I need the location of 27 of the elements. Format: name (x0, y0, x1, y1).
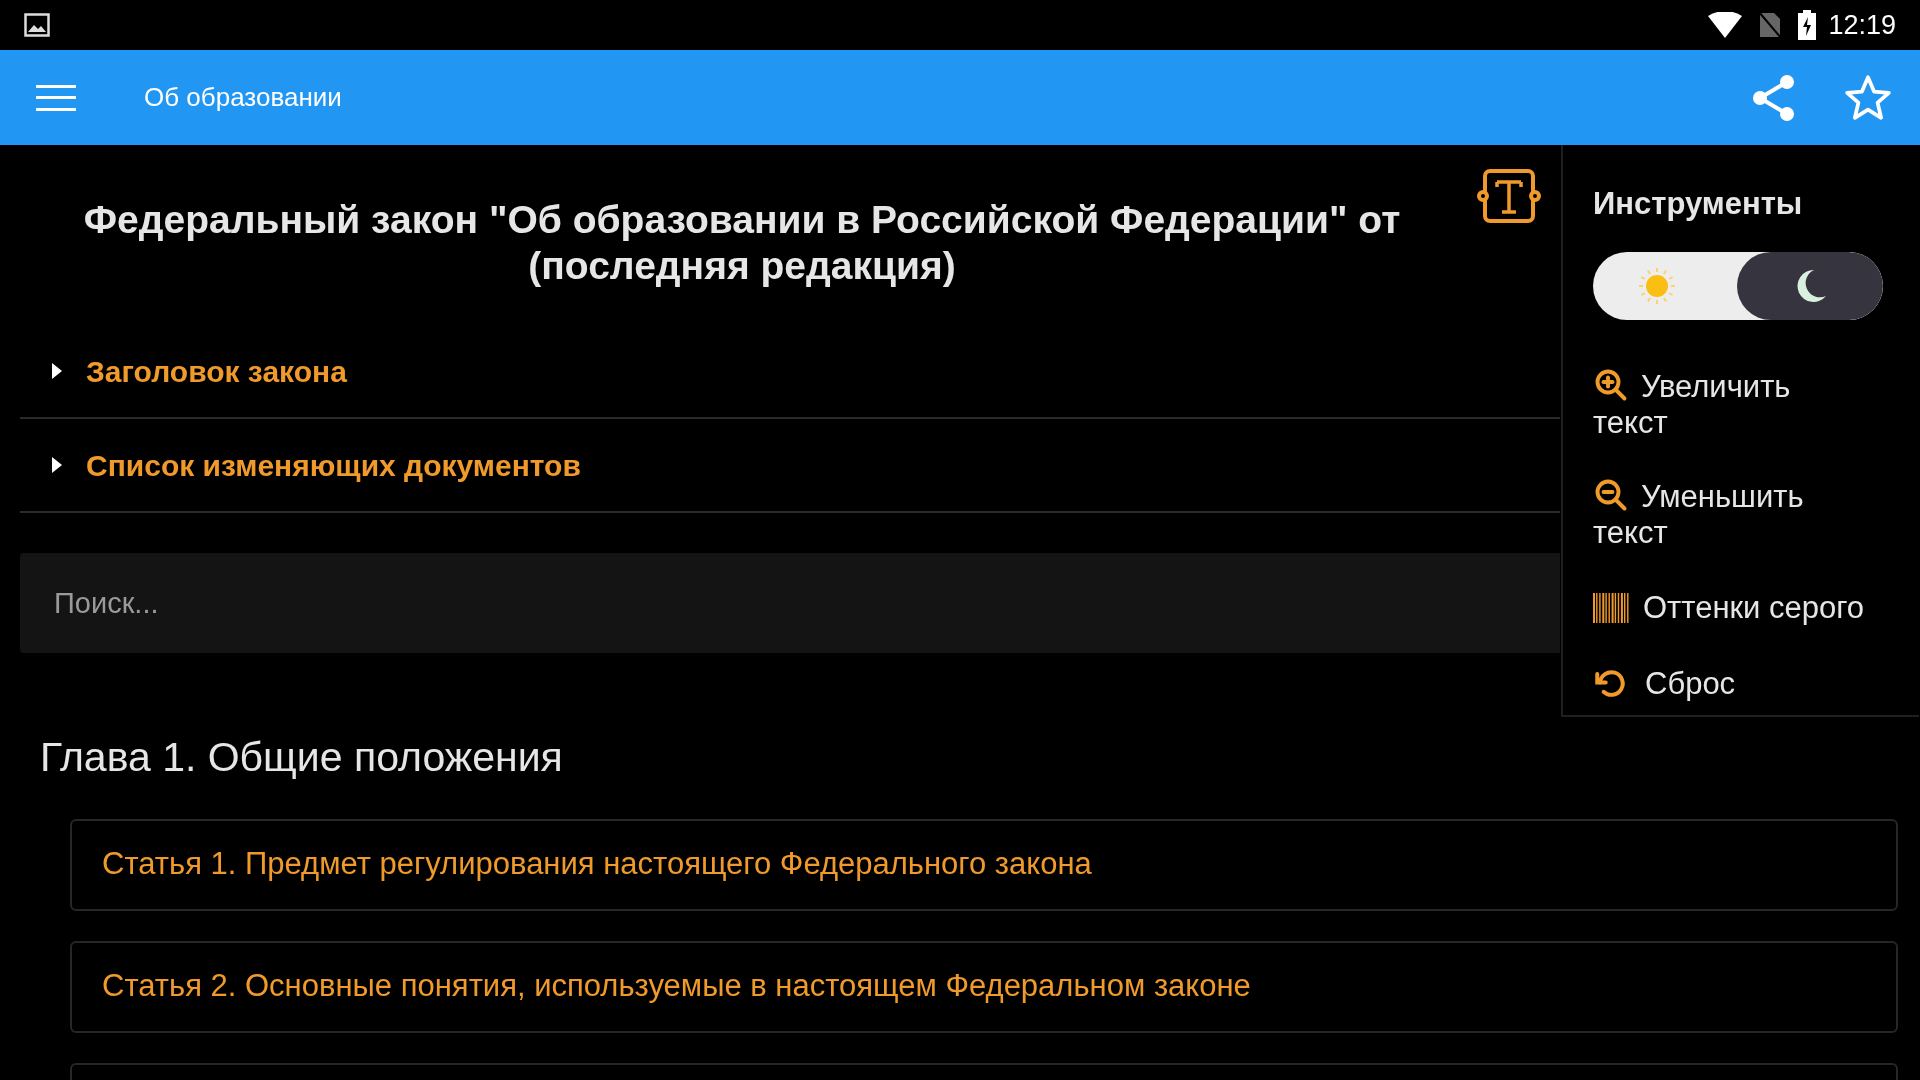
tools-title: Инструменты (1593, 185, 1804, 223)
section-toggle[interactable]: Заголовок закона (20, 325, 1560, 419)
document-title: Федеральный закон "Об образовании в Российской Федерации" от (последняя редакция) (82, 197, 1402, 289)
article-link[interactable]: Статья 2. Основные понятия, используемые в настоящем Федеральном законе (70, 940, 1898, 1033)
search-field[interactable]: Поиск... (20, 553, 1560, 653)
no-sim-icon (1758, 11, 1783, 39)
section-toggle[interactable]: Список изменяющих документов (20, 419, 1560, 513)
wifi-icon (1708, 12, 1743, 38)
image-icon (24, 13, 50, 37)
tool-item[interactable]: Оттенки серого (1593, 569, 1919, 646)
zoom-in-icon (1593, 367, 1629, 404)
clock-time: 12:19 (1828, 8, 1896, 42)
section-label: Список изменяющих документов (86, 447, 581, 484)
tool-item[interactable]: Уменьшить текст (1593, 459, 1823, 570)
tool-item[interactable]: Увеличить текст (1593, 349, 1823, 460)
caret-right-icon (50, 362, 64, 380)
battery-charging-icon (1798, 10, 1817, 40)
chapter-heading: Глава 1. Общие положения (40, 733, 563, 782)
section-label: Заголовок закона (86, 353, 347, 390)
zoom-out-icon (1593, 477, 1629, 514)
tool-item[interactable]: Сброс (1593, 645, 1919, 722)
app-bar-title: Об образовании (144, 81, 342, 114)
menu-button[interactable] (36, 82, 76, 113)
barcode-stripes-icon (1593, 592, 1631, 623)
article-link[interactable]: Статья 1. Предмет регулирования настоящего Федерального закона (70, 818, 1898, 911)
caret-right-icon (50, 456, 64, 474)
text-format-button[interactable] (1476, 167, 1542, 225)
